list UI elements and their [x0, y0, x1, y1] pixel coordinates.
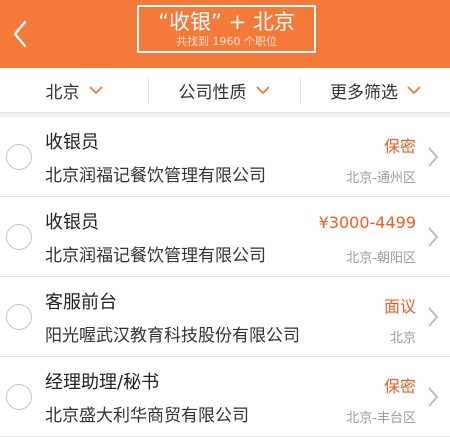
filter-more[interactable]: 更多筛选	[301, 68, 450, 112]
filter-company-type-label: 公司性质	[178, 82, 247, 103]
chevron-right-icon	[428, 227, 439, 247]
job-list-item[interactable]: 客服前台 阳光喔武汉教育科技股份有限公司 面议 北京	[0, 277, 450, 357]
job-title: 客服前台	[45, 292, 117, 313]
job-location: 北京-朝阳区	[346, 251, 416, 266]
filter-company-type[interactable]: 公司性质	[149, 68, 299, 112]
chevron-right-icon	[428, 147, 439, 167]
filter-city[interactable]: 北京	[0, 68, 148, 112]
chevron-right-icon	[428, 387, 439, 407]
company-name: 阳光喔武汉教育科技股份有限公司	[45, 326, 300, 346]
job-title: 收银员	[45, 132, 99, 153]
salary-label: 保密	[383, 377, 416, 396]
salary-label: 面议	[383, 297, 416, 316]
chevron-down-icon	[88, 86, 103, 94]
company-name: 北京润福记餐饮管理有限公司	[45, 246, 266, 266]
back-chevron-icon	[13, 20, 27, 48]
job-title: 经理助理/秘书	[45, 372, 160, 393]
job-list-item[interactable]: 收银员 北京润福记餐饮管理有限公司 ¥3000-4499 北京-朝阳区	[0, 197, 450, 277]
app-header: “收银” + 北京 共找到 1960 个职位	[0, 0, 450, 68]
filter-city-label: 北京	[45, 82, 80, 103]
select-radio[interactable]	[6, 224, 32, 250]
job-list-item[interactable]: 收银员 北京润福记餐饮管理有限公司 保密 北京-通州区	[0, 117, 450, 197]
select-radio[interactable]	[6, 384, 32, 410]
salary-label: 保密	[383, 137, 416, 156]
chevron-down-icon	[407, 86, 421, 94]
filter-more-label: 更多筛选	[330, 82, 398, 103]
chevron-down-icon	[255, 86, 270, 94]
job-location: 北京	[389, 331, 416, 346]
job-location: 北京-通州区	[346, 171, 416, 186]
chevron-right-icon	[428, 307, 439, 327]
result-count: 共找到 1960 个职位	[176, 35, 277, 48]
search-title-box: “收银” + 北京 共找到 1960 个职位	[137, 5, 316, 53]
job-title: 收银员	[45, 212, 99, 233]
job-location: 北京-丰台区	[346, 411, 416, 426]
salary-label: ¥3000-4499	[318, 213, 416, 232]
filter-bar: 北京 公司性质 更多筛选	[0, 68, 450, 113]
select-radio[interactable]	[6, 304, 32, 330]
company-name: 北京润福记餐饮管理有限公司	[45, 166, 266, 186]
select-radio[interactable]	[6, 144, 32, 170]
job-list-item[interactable]: 经理助理/秘书 北京盛大利华商贸有限公司 保密 北京-丰台区	[0, 357, 450, 437]
page-title: “收银” + 北京	[158, 10, 295, 34]
company-name: 北京盛大利华商贸有限公司	[45, 406, 249, 426]
back-button[interactable]	[0, 0, 40, 68]
